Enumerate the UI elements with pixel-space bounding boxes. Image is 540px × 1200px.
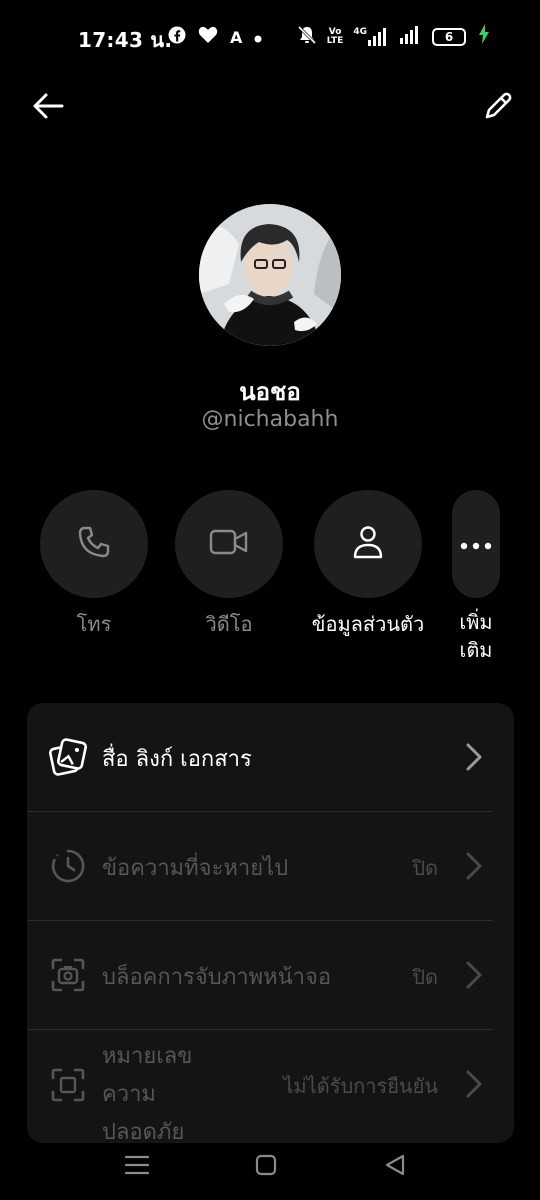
- chevron-right-icon: [464, 850, 484, 882]
- status-time: 17:43 น.: [78, 28, 173, 52]
- heart-icon: [198, 26, 218, 48]
- safety-label-line-3: ปลอดภัย: [102, 1120, 185, 1143]
- more-label: เพิ่ม เติม: [446, 608, 506, 664]
- menu-icon: [124, 1154, 150, 1180]
- facebook-icon: [168, 26, 186, 48]
- more-button[interactable]: [452, 490, 500, 598]
- status-left-icons: A: [168, 26, 262, 48]
- call-button[interactable]: [40, 490, 148, 598]
- more-label-line-2: เติม: [459, 638, 493, 662]
- settings-row-screenshot-block-value: ปิด: [412, 965, 438, 989]
- settings-row-screenshot-block[interactable]: บล็อคการจับภาพหน้าจอ ปิด: [27, 921, 514, 1029]
- profile-info-label: ข้อมูลส่วนตัว: [311, 612, 425, 636]
- nav-back-button[interactable]: [379, 1152, 411, 1182]
- person-icon: [352, 525, 384, 563]
- back-button[interactable]: [26, 86, 70, 130]
- signal-icon-1: 4G: [353, 26, 390, 46]
- signal-icon-2: [400, 25, 422, 48]
- settings-row-safety-number-label: หมายเลข ความ ปลอดภัย: [102, 1038, 192, 1143]
- battery-icon: 6: [432, 27, 466, 46]
- profile-info-button[interactable]: [314, 490, 422, 598]
- back-icon: [383, 1153, 407, 1181]
- safety-label-line-2: ความ: [102, 1082, 156, 1107]
- profile-info-action[interactable]: ข้อมูลส่วนตัว: [312, 490, 424, 636]
- video-action[interactable]: วิดีโอ: [175, 490, 283, 636]
- avatar-image: [199, 204, 341, 346]
- chevron-right-icon: [464, 1068, 484, 1100]
- settings-row-screenshot-block-label: บล็อคการจับภาพหน้าจอ: [102, 965, 332, 990]
- call-action[interactable]: โทร: [40, 490, 148, 636]
- video-button[interactable]: [175, 490, 283, 598]
- bell-off-icon: [297, 25, 317, 49]
- chevron-right-icon: [464, 959, 484, 991]
- phone-icon: [77, 525, 111, 563]
- system-nav-bar: [0, 1140, 540, 1200]
- video-icon: [209, 527, 249, 561]
- profile-handle: @nichabahh: [201, 407, 339, 432]
- more-action[interactable]: เพิ่ม เติม: [452, 490, 500, 662]
- pencil-icon: [482, 90, 514, 126]
- chevron-right-icon: [464, 741, 484, 773]
- more-icon: [460, 535, 492, 554]
- status-right-icons: Vo LTE 4G 6: [297, 24, 490, 49]
- timer-icon: [49, 847, 87, 885]
- settings-row-disappearing[interactable]: ข้อความที่จะหายไป ปิด: [27, 812, 514, 920]
- scan-icon: [49, 1066, 87, 1104]
- recent-apps-button[interactable]: [121, 1152, 153, 1182]
- status-letter-a: A: [230, 27, 243, 47]
- settings-row-safety-number-value: ไม่ได้รับการยืนยัน: [283, 1074, 438, 1098]
- settings-row-disappearing-value: ปิด: [412, 856, 438, 880]
- screenshot-icon: [49, 956, 87, 994]
- settings-row-media-label: สื่อ ลิงก์ เอกสาร: [102, 747, 252, 772]
- dot-icon: [254, 28, 262, 47]
- media-icon: [49, 738, 87, 776]
- volte-line-2: LTE: [326, 35, 344, 46]
- volte-icon: Vo LTE: [326, 27, 344, 46]
- network-type: 4G: [353, 26, 367, 37]
- safety-label-line-1: หมายเลข: [102, 1044, 193, 1069]
- settings-card: สื่อ ลิงก์ เอกสาร ข้อความที่จะหายไป ปิด …: [27, 703, 514, 1143]
- video-label: วิดีโอ: [205, 612, 253, 636]
- edit-button[interactable]: [476, 86, 520, 130]
- settings-row-media[interactable]: สื่อ ลิงก์ เอกสาร: [27, 703, 514, 811]
- avatar[interactable]: [199, 204, 341, 346]
- charging-icon: [478, 24, 490, 49]
- arrow-left-icon: [32, 92, 64, 124]
- settings-row-disappearing-label: ข้อความที่จะหายไป: [102, 856, 289, 881]
- profile-name: นอชอ: [239, 378, 301, 406]
- settings-row-safety-number[interactable]: หมายเลข ความ ปลอดภัย ไม่ได้รับการยืนยัน: [27, 1030, 514, 1143]
- status-bar: 17:43 น. A Vo LTE 4G 6: [0, 0, 540, 72]
- home-icon: [255, 1154, 277, 1180]
- home-button[interactable]: [250, 1152, 282, 1182]
- more-label-line-1: เพิ่ม: [459, 610, 493, 634]
